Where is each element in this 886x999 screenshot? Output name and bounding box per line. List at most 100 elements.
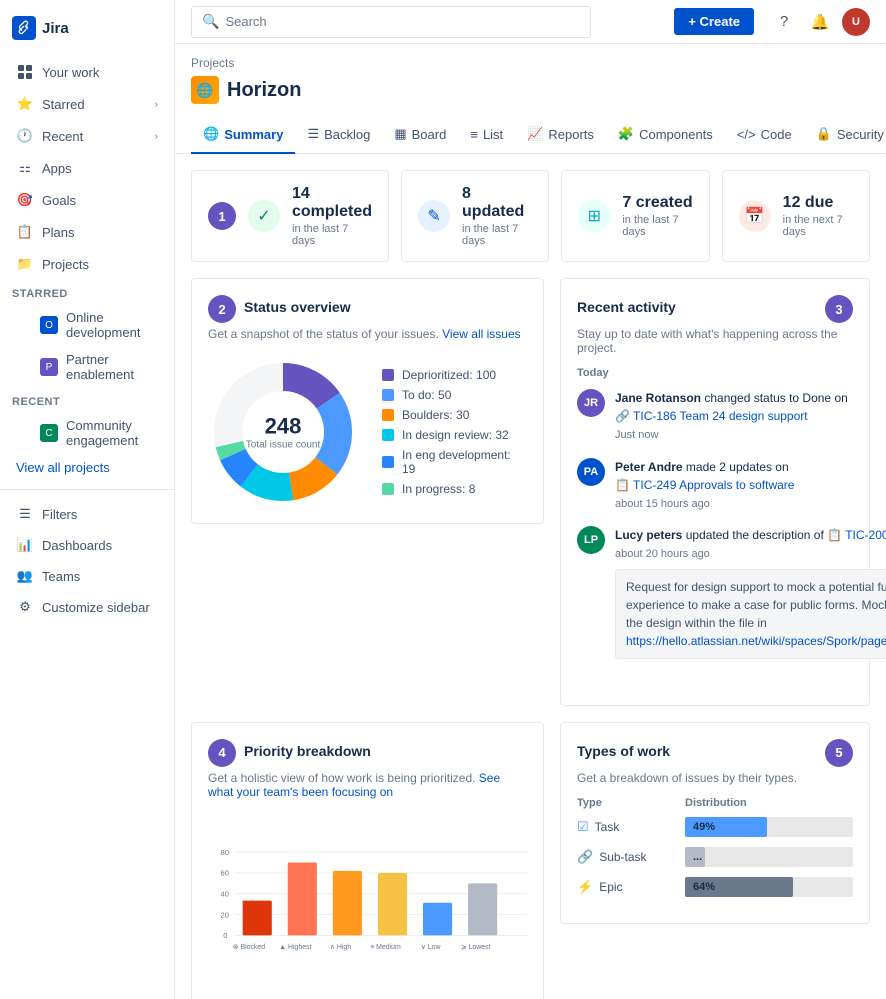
svg-text:⊗ Blocked: ⊗ Blocked (233, 944, 265, 951)
types-table-header: Type Distribution (577, 797, 853, 809)
col-dist-header: Distribution (685, 797, 853, 809)
topbar: 🔍 Search + Create ? 🔔 U (175, 0, 886, 44)
sidebar-item-online-dev[interactable]: O Online development (4, 305, 170, 345)
activity-note-link[interactable]: https://hello.atlassian.net/wiki/spaces/… (626, 632, 886, 650)
app-logo[interactable]: Jira (0, 8, 174, 56)
recent-label: Recent (42, 129, 83, 144)
user-avatar[interactable]: U (842, 8, 870, 36)
status-overview-header: 2 Status overview Get a snapshot of the … (208, 295, 527, 353)
sidebar-item-your-work[interactable]: Your work (4, 57, 170, 87)
subtask-icon: 🔗 (577, 849, 593, 865)
sidebar-item-partner[interactable]: P Partner enablement (4, 347, 170, 387)
task-bar-bg: 49% (685, 817, 853, 837)
activity-link-2[interactable]: 📋 TIC-249 Approvals to software (615, 476, 794, 494)
svg-text:60: 60 (220, 868, 228, 877)
legend-dot-boulders (382, 409, 394, 421)
tab-security-label: Security (837, 127, 884, 142)
notification-icon[interactable]: 🔔 (806, 8, 834, 36)
svg-text:0: 0 (223, 931, 227, 940)
legend-label: Deprioritized: 100 (402, 368, 496, 382)
priority-link[interactable]: See what your team's been focusing on (208, 771, 500, 799)
type-subtask: 🔗 Sub-task (577, 849, 677, 865)
type-epic: ⚡ Epic (577, 879, 677, 895)
dashboards-icon: 📊 (16, 536, 34, 554)
plans-label: Plans (42, 225, 75, 240)
type-task: ☑ Task (577, 819, 677, 835)
subtask-bar-bg: ... (685, 847, 853, 867)
sidebar-item-starred[interactable]: ⭐ Starred › (4, 89, 170, 119)
view-all-projects[interactable]: View all projects (4, 455, 170, 480)
tab-code[interactable]: </> Code (725, 117, 804, 154)
online-dev-label: Online development (66, 310, 158, 340)
main-content: 🔍 Search + Create ? 🔔 U Projects 🌐 Horiz… (175, 0, 886, 999)
page-content: 1 ✓ 14 completed in the last 7 days ✎ 8 … (175, 154, 886, 999)
activity-link-3[interactable]: 📋 TIC-200 Budget tools (827, 526, 886, 544)
tab-list[interactable]: ≡ List (458, 117, 515, 154)
completed-info: 14 completed in the last 7 days (292, 185, 372, 247)
activity-body-2: Peter Andre made 2 updates on 📋 TIC-249 … (615, 458, 853, 513)
create-button[interactable]: + Create (674, 8, 754, 35)
priority-col: 4 Priority breakdown Get a holistic view… (191, 722, 544, 999)
activity-note-3: Request for design support to mock a pot… (615, 569, 886, 659)
updated-icon: ✎ (418, 200, 450, 232)
recent-section-label: Recent (0, 388, 174, 412)
stat-created: ⊞ 7 created in the last 7 days (561, 170, 709, 262)
activity-body-1: Jane Rotanson changed status to Done on … (615, 389, 853, 444)
tab-board[interactable]: ▦ Board (382, 116, 458, 154)
your-work-icon (16, 63, 34, 81)
view-all-issues-link[interactable]: View all issues (442, 327, 520, 341)
sidebar-item-goals[interactable]: 🎯 Goals (4, 185, 170, 215)
due-info: 12 due in the next 7 days (783, 194, 853, 238)
tab-components[interactable]: 🧩 Components (606, 116, 725, 154)
step-badge-4: 4 (208, 739, 236, 767)
sidebar-item-teams[interactable]: 👥 Teams (4, 561, 170, 591)
sidebar-item-customize[interactable]: ⚙ Customize sidebar (4, 592, 170, 622)
chevron-icon: › (155, 99, 158, 110)
tab-reports[interactable]: 📈 Reports (515, 116, 606, 154)
bar-chart: 80 60 40 20 0 (208, 811, 527, 999)
plans-icon: 📋 (16, 223, 34, 241)
task-icon: ☑ (577, 819, 589, 835)
sidebar-item-dashboards[interactable]: 📊 Dashboards (4, 530, 170, 560)
updated-sub: in the last 7 days (462, 223, 532, 247)
donut-chart: 248 Total issue count (208, 357, 358, 507)
updated-info: 8 updated in the last 7 days (462, 185, 532, 247)
sidebar-item-apps[interactable]: ⚏ Apps (4, 153, 170, 183)
legend-item: In design review: 32 (382, 428, 527, 442)
app-name: Jira (42, 20, 69, 37)
sidebar-item-community[interactable]: C Community engagement (4, 413, 170, 453)
legend-dot-eng (382, 456, 394, 468)
security-tab-icon: 🔒 (816, 126, 832, 142)
legend-label: Boulders: 30 (402, 408, 469, 422)
activity-link-1[interactable]: 🔗 TIC-186 Team 24 design support (615, 407, 808, 425)
tab-reports-label: Reports (548, 127, 594, 142)
total-label: Total issue count (246, 440, 321, 451)
project-icon: 🌐 (191, 76, 219, 104)
create-label: + Create (688, 14, 740, 29)
sidebar-item-filters[interactable]: ☰ Filters (4, 499, 170, 529)
board-tab-icon: ▦ (394, 126, 406, 142)
activity-body-3: Lucy peters updated the description of 📋… (615, 526, 886, 659)
customize-icon: ⚙ (16, 598, 34, 616)
search-box[interactable]: 🔍 Search (191, 6, 591, 38)
tab-summary[interactable]: 🌐 Summary (191, 116, 295, 154)
sidebar-item-recent[interactable]: 🕐 Recent › (4, 121, 170, 151)
legend-label: In design review: 32 (402, 428, 509, 442)
tab-backlog[interactable]: ☰ Backlog (295, 116, 382, 154)
legend-label: In progress: 8 (402, 482, 475, 496)
sidebar-item-plans[interactable]: 📋 Plans (4, 217, 170, 247)
breadcrumb: Projects (191, 56, 870, 70)
updated-count: 8 updated (462, 185, 532, 221)
status-overview-header-left: 2 Status overview Get a snapshot of the … (208, 295, 521, 353)
community-label: Community engagement (66, 418, 158, 448)
starred-section-label: Starred (0, 280, 174, 304)
legend-dot-progress (382, 483, 394, 495)
teams-icon: 👥 (16, 567, 34, 585)
activity-desc: Stay up to date with what's happening ac… (577, 327, 853, 355)
activity-today-label: Today (577, 367, 853, 379)
tab-security[interactable]: 🔒 Security (804, 116, 886, 154)
help-icon[interactable]: ? (770, 8, 798, 36)
created-info: 7 created in the last 7 days (622, 194, 692, 238)
teams-label: Teams (42, 569, 80, 584)
sidebar-item-projects[interactable]: 📁 Projects (4, 249, 170, 279)
